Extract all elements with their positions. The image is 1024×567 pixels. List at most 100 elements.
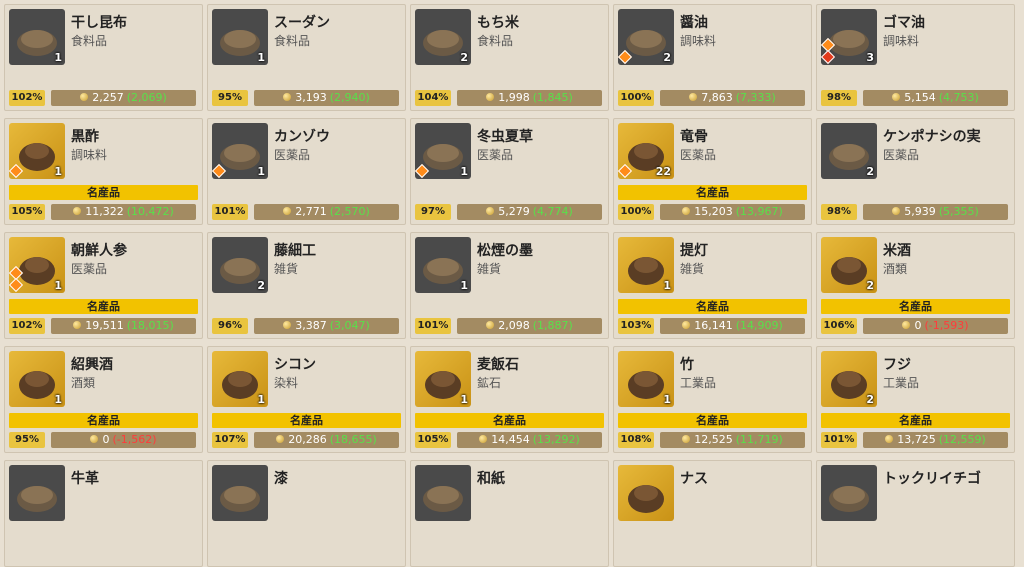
raisin-tree-fruit-icon: 2	[821, 123, 877, 179]
trade-good-card[interactable]: 2 もち米 食料品 104% 1,998 (1,845)	[410, 4, 609, 111]
trade-good-card[interactable]: 2 藤細工 雑貨 96% 3,387 (3,047)	[207, 232, 406, 339]
price-bar: 5,939 (5,355)	[863, 204, 1008, 220]
price-diff: (4,774)	[532, 205, 573, 218]
price-diff: (11,719)	[735, 433, 783, 446]
item-name: 紹興酒	[71, 357, 113, 373]
quantity: 1	[54, 279, 62, 292]
price-bar: 19,511 (18,015)	[51, 318, 196, 334]
coin-icon	[90, 435, 99, 443]
item-category: 工業品	[680, 376, 717, 390]
item-name: カンゾウ	[274, 129, 330, 145]
specialty-banner: 名産品	[9, 185, 198, 200]
item-name: もち米	[477, 15, 519, 31]
rice-box-icon: 2	[415, 9, 471, 65]
trade-good-card[interactable]: 和紙	[410, 460, 609, 567]
price-bar: 0 (-1,562)	[51, 432, 196, 448]
sell-price: 5,279	[498, 205, 530, 218]
specialty-banner: 名産品	[618, 185, 807, 200]
sell-price: 16,141	[694, 319, 733, 332]
lacquer-icon	[212, 465, 268, 521]
trade-good-card[interactable]: 1 提灯 雑貨 名産品 103% 16,141 (14,909)	[613, 232, 812, 339]
price-percentage: 100%	[618, 90, 654, 106]
trade-good-card[interactable]: 1 松煙の墨 雑貨 101% 2,098 (1,887)	[410, 232, 609, 339]
specialty-banner: 名産品	[618, 299, 807, 314]
trade-good-card[interactable]: 1 黒酢 調味料 名産品 105% 11,322 (10,472)	[4, 118, 203, 225]
price-percentage: 97%	[415, 204, 451, 220]
item-name: 松煙の墨	[477, 243, 533, 259]
diamond-badge-icon	[9, 163, 24, 179]
price-percentage: 101%	[212, 204, 248, 220]
item-name: 竹	[680, 357, 694, 373]
cordyceps-icon: 1	[415, 123, 471, 179]
coin-icon	[283, 207, 292, 215]
shaoxing-wine-jar-icon: 1	[9, 351, 65, 407]
trade-good-card[interactable]: 2 ケンポナシの実 医薬品 98% 5,939 (5,355)	[816, 118, 1015, 225]
item-name: トックリイチゴ	[883, 471, 981, 487]
item-name: シコン	[274, 357, 316, 373]
coin-icon	[892, 93, 901, 101]
quantity: 2	[866, 393, 874, 406]
trade-good-card[interactable]: 漆	[207, 460, 406, 567]
item-name: 醤油	[680, 15, 708, 31]
item-category: 雑貨	[680, 262, 705, 276]
trade-good-card[interactable]: 1 冬虫夏草 医薬品 97% 5,279 (4,774)	[410, 118, 609, 225]
price-diff: (2,069)	[126, 91, 167, 104]
diamond-badge-icon	[618, 49, 633, 65]
sell-price: 3,387	[295, 319, 327, 332]
coin-icon	[892, 207, 901, 215]
coin-icon	[689, 93, 698, 101]
coin-icon	[283, 93, 292, 101]
price-diff: (14,909)	[735, 319, 783, 332]
quantity: 1	[460, 279, 468, 292]
quantity: 22	[655, 165, 671, 178]
black-vinegar-jar-icon: 1	[9, 123, 65, 179]
sell-price: 5,154	[904, 91, 936, 104]
trade-good-card[interactable]: 2 フジ 工業品 名産品 101% 13,725 (12,559)	[816, 346, 1015, 453]
trade-good-card[interactable]: 1 カンゾウ 医薬品 101% 2,771 (2,570)	[207, 118, 406, 225]
trade-good-card[interactable]: 1 シコン 染料 名産品 107% 20,286 (18,655)	[207, 346, 406, 453]
trade-good-card[interactable]: 1 麦飯石 鉱石 名産品 105% 14,454 (13,292)	[410, 346, 609, 453]
item-name: フジ	[883, 357, 911, 373]
trade-good-card[interactable]: 1 朝鮮人参 医薬品 名産品 102% 19,511 (18,015)	[4, 232, 203, 339]
trade-good-card[interactable]: 22 竜骨 医薬品 名産品 100% 15,203 (13,967)	[613, 118, 812, 225]
trade-good-card[interactable]: トックリイチゴ	[816, 460, 1015, 567]
trade-good-card[interactable]: 3 ゴマ油 調味料 98% 5,154 (4,753)	[816, 4, 1015, 111]
quantity: 2	[460, 51, 468, 64]
trade-good-card[interactable]: ナス	[613, 460, 812, 567]
trade-good-card[interactable]: 1 紹興酒 酒類 名産品 95% 0 (-1,562)	[4, 346, 203, 453]
price-diff: (7,333)	[735, 91, 776, 104]
quantity: 1	[460, 165, 468, 178]
item-name: ゴマ油	[883, 15, 925, 31]
trade-good-card[interactable]: 1 スーダン 食料品 95% 3,193 (2,940)	[207, 4, 406, 111]
trade-good-card[interactable]: 1 竹工業品 名産品 108% 12,525 (11,719)	[613, 346, 812, 453]
sesame-oil-jar-icon: 3	[821, 9, 877, 65]
diamond-badge-icon	[212, 163, 227, 179]
eggplant-icon	[618, 465, 674, 521]
quantity: 1	[54, 393, 62, 406]
sell-price: 7,863	[701, 91, 733, 104]
price-percentage: 98%	[821, 204, 857, 220]
trade-good-card[interactable]: 2 米酒 酒類 名産品 106% 0 (-1,593)	[816, 232, 1015, 339]
raspberry-icon	[821, 465, 877, 521]
specialty-banner: 名産品	[9, 299, 198, 314]
price-percentage: 95%	[212, 90, 248, 106]
trade-good-card[interactable]: 2 醤油 調味料 100% 7,863 (7,333)	[613, 4, 812, 111]
item-name: 竜骨	[680, 129, 708, 145]
price-bar: 5,154 (4,753)	[863, 90, 1008, 106]
price-diff: (-1,562)	[112, 433, 157, 446]
sell-price: 2,771	[295, 205, 327, 218]
price-diff: (-1,593)	[924, 319, 969, 332]
price-percentage: 102%	[9, 90, 45, 106]
price-bar: 0 (-1,593)	[863, 318, 1008, 334]
price-bar: 12,525 (11,719)	[660, 432, 805, 448]
price-percentage: 102%	[9, 318, 45, 334]
item-name: 黒酢	[71, 129, 99, 145]
dried-kelp-icon: 1	[9, 9, 65, 65]
trade-good-card[interactable]: 牛革	[4, 460, 203, 567]
soy-sauce-bottle-icon: 2	[618, 9, 674, 65]
sell-price: 13,725	[897, 433, 936, 446]
licorice-root-icon: 1	[212, 123, 268, 179]
diamond-badge-icon	[618, 163, 633, 179]
item-category: 食料品	[71, 34, 108, 48]
trade-good-card[interactable]: 1 干し昆布 食料品 102% 2,257 (2,069)	[4, 4, 203, 111]
